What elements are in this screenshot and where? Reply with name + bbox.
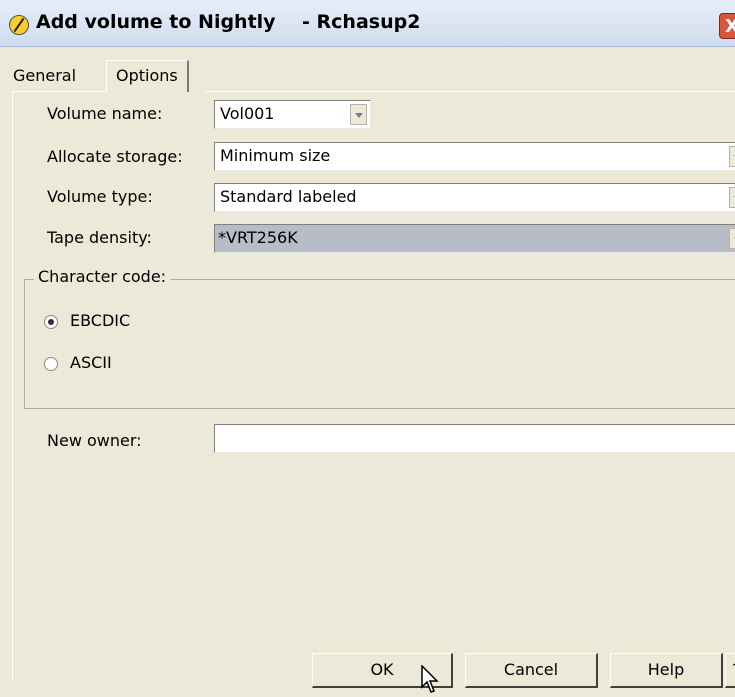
volume-type-select[interactable]: Standard labeled	[214, 183, 735, 212]
new-owner-input[interactable]	[214, 424, 735, 453]
allocate-storage-select[interactable]: Minimum size	[214, 142, 735, 171]
character-code-group	[24, 279, 735, 409]
allocate-storage-value: Minimum size	[220, 146, 331, 165]
volume-type-label: Volume type:	[47, 187, 153, 206]
tape-density-value: *VRT256K	[218, 228, 298, 247]
close-icon[interactable]: X	[719, 13, 735, 39]
help-button[interactable]: Help	[610, 653, 723, 688]
window-title: Add volume to Nightly - Rchasup2	[36, 11, 421, 33]
app-logo-icon	[9, 15, 29, 35]
chevron-down-icon[interactable]	[350, 104, 367, 125]
volume-name-combo[interactable]: Vol001	[214, 100, 371, 129]
chevron-down-icon[interactable]	[729, 146, 735, 167]
ebcdic-label[interactable]: EBCDIC	[70, 311, 130, 330]
tab-general[interactable]: General	[13, 66, 76, 85]
new-owner-label: New owner:	[47, 431, 142, 450]
volume-name-label: Volume name:	[47, 104, 163, 123]
ascii-label[interactable]: ASCII	[70, 353, 112, 372]
allocate-storage-label: Allocate storage:	[47, 147, 183, 166]
title-bar: Add volume to Nightly - Rchasup2 X	[0, 0, 735, 47]
whats-this-button[interactable]: ?	[725, 653, 735, 688]
tab-divider	[205, 91, 735, 92]
volume-name-value: Vol001	[220, 104, 275, 123]
chevron-down-icon[interactable]	[729, 187, 735, 208]
tab-divider	[12, 91, 106, 92]
tape-density-select[interactable]: *VRT256K	[214, 224, 735, 253]
volume-type-value: Standard labeled	[220, 187, 357, 206]
tape-density-label: Tape density:	[47, 228, 152, 247]
tab-options[interactable]: Options	[106, 60, 189, 92]
cancel-button[interactable]: Cancel	[465, 653, 598, 688]
ascii-radio[interactable]	[44, 357, 58, 371]
character-code-legend: Character code:	[34, 267, 171, 286]
panel-border	[12, 91, 13, 681]
mouse-pointer-icon	[421, 665, 439, 693]
dialog-window: Add volume to Nightly - Rchasup2 X Gener…	[0, 0, 735, 697]
chevron-down-icon[interactable]	[729, 228, 735, 249]
ebcdic-radio[interactable]	[44, 315, 58, 329]
